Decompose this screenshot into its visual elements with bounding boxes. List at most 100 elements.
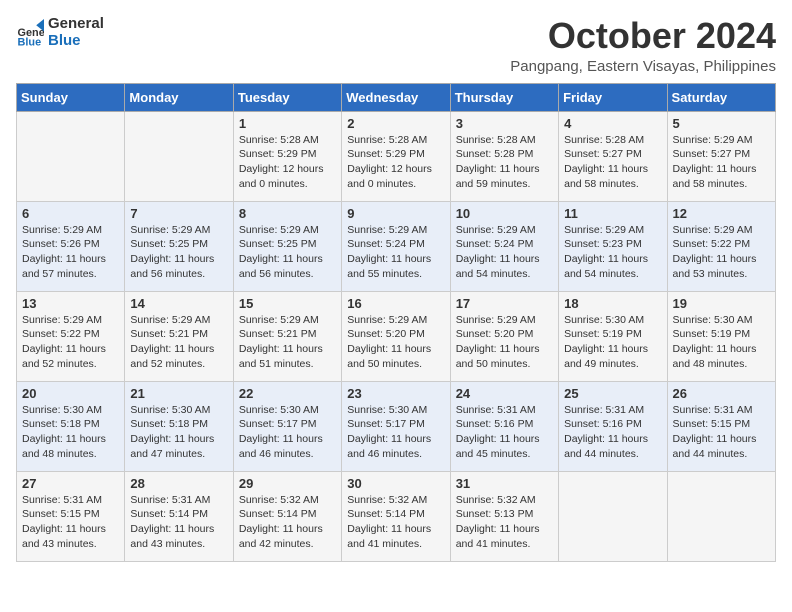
logo-line1: General [48, 16, 104, 33]
day-info: Sunrise: 5:29 AM Sunset: 5:21 PM Dayligh… [130, 313, 227, 372]
day-info: Sunrise: 5:31 AM Sunset: 5:16 PM Dayligh… [456, 403, 553, 462]
calendar-cell [17, 111, 125, 201]
weekday-header: Saturday [667, 83, 775, 111]
calendar-cell: 7 Sunrise: 5:29 AM Sunset: 5:25 PM Daylig… [125, 201, 233, 291]
weekday-header: Monday [125, 83, 233, 111]
calendar-cell: 29Sunrise: 5:32 AM Sunset: 5:14 PM Dayli… [233, 471, 341, 561]
calendar-week-row: 27Sunrise: 5:31 AM Sunset: 5:15 PM Dayli… [17, 471, 776, 561]
day-number: 24 [456, 386, 553, 401]
day-info: Sunrise: 5:32 AM Sunset: 5:14 PM Dayligh… [239, 493, 336, 552]
day-info: Sunrise: 5:29 AM Sunset: 5:22 PM Dayligh… [22, 313, 119, 372]
day-number: 26 [673, 386, 770, 401]
calendar-cell: 16Sunrise: 5:29 AM Sunset: 5:20 PM Dayli… [342, 291, 450, 381]
day-number: 20 [22, 386, 119, 401]
calendar-week-row: 6Sunrise: 5:29 AM Sunset: 5:26 PM Daylig… [17, 201, 776, 291]
svg-text:Blue: Blue [18, 36, 42, 47]
day-info: Sunrise: 5:28 AM Sunset: 5:27 PM Dayligh… [564, 133, 661, 192]
weekday-header: Wednesday [342, 83, 450, 111]
logo-line2: Blue [48, 33, 104, 50]
day-info: Sunrise: 5:30 AM Sunset: 5:17 PM Dayligh… [239, 403, 336, 462]
day-number: 25 [564, 386, 661, 401]
calendar-cell: 23 Sunrise: 5:30 AM Sunset: 5:17 PM Dayli… [342, 381, 450, 471]
day-number: 1 [239, 116, 336, 131]
calendar-cell: 17 Sunrise: 5:29 AM Sunset: 5:20 PM Dayli… [450, 291, 558, 381]
calendar-cell: 4Sunrise: 5:28 AM Sunset: 5:27 PM Daylig… [559, 111, 667, 201]
day-number: 7 [130, 206, 227, 221]
weekday-header: Tuesday [233, 83, 341, 111]
calendar-cell: 15 Sunrise: 5:29 AM Sunset: 5:21 PM Dayli… [233, 291, 341, 381]
calendar-cell [667, 471, 775, 561]
day-info: Sunrise: 5:29 AM Sunset: 5:24 PM Dayligh… [456, 223, 553, 282]
calendar-cell: 20 Sunrise: 5:30 AM Sunset: 5:18 PM Dayli… [17, 381, 125, 471]
calendar-cell: 11 Sunrise: 5:29 AM Sunset: 5:23 PM Dayli… [559, 201, 667, 291]
day-number: 23 [347, 386, 444, 401]
title-area: October 2024 Pangpang, Eastern Visayas, … [510, 16, 776, 75]
calendar-cell: 2 Sunrise: 5:28 AM Sunset: 5:29 PM Daylig… [342, 111, 450, 201]
calendar-week-row: 1 Sunrise: 5:28 AM Sunset: 5:29 PM Daylig… [17, 111, 776, 201]
day-number: 11 [564, 206, 661, 221]
day-number: 18 [564, 296, 661, 311]
day-number: 13 [22, 296, 119, 311]
day-number: 31 [456, 476, 553, 491]
header: General Blue General Blue October 2024 P… [16, 16, 776, 75]
day-number: 5 [673, 116, 770, 131]
day-number: 30 [347, 476, 444, 491]
day-info: Sunrise: 5:30 AM Sunset: 5:19 PM Dayligh… [673, 313, 770, 372]
calendar-cell: 5 Sunrise: 5:29 AM Sunset: 5:27 PM Daylig… [667, 111, 775, 201]
calendar-cell: 8 Sunrise: 5:29 AM Sunset: 5:25 PM Daylig… [233, 201, 341, 291]
day-info: Sunrise: 5:29 AM Sunset: 5:25 PM Dayligh… [130, 223, 227, 282]
calendar-cell [125, 111, 233, 201]
calendar-cell: 28Sunrise: 5:31 AM Sunset: 5:14 PM Dayli… [125, 471, 233, 561]
calendar-week-row: 20 Sunrise: 5:30 AM Sunset: 5:18 PM Dayli… [17, 381, 776, 471]
day-number: 17 [456, 296, 553, 311]
calendar-cell: 31 Sunrise: 5:32 AM Sunset: 5:13 PM Dayli… [450, 471, 558, 561]
month-title: October 2024 [510, 16, 776, 56]
day-info: Sunrise: 5:32 AM Sunset: 5:14 PM Dayligh… [347, 493, 444, 552]
calendar-cell: 3Sunrise: 5:28 AM Sunset: 5:28 PM Daylig… [450, 111, 558, 201]
calendar-cell: 12Sunrise: 5:29 AM Sunset: 5:22 PM Dayli… [667, 201, 775, 291]
day-info: Sunrise: 5:29 AM Sunset: 5:27 PM Dayligh… [673, 133, 770, 192]
day-info: Sunrise: 5:30 AM Sunset: 5:18 PM Dayligh… [22, 403, 119, 462]
day-info: Sunrise: 5:31 AM Sunset: 5:14 PM Dayligh… [130, 493, 227, 552]
day-number: 22 [239, 386, 336, 401]
day-number: 2 [347, 116, 444, 131]
calendar-cell: 10 Sunrise: 5:29 AM Sunset: 5:24 PM Dayli… [450, 201, 558, 291]
calendar-cell: 13 Sunrise: 5:29 AM Sunset: 5:22 PM Dayli… [17, 291, 125, 381]
calendar-cell: 21Sunrise: 5:30 AM Sunset: 5:18 PM Dayli… [125, 381, 233, 471]
day-info: Sunrise: 5:31 AM Sunset: 5:15 PM Dayligh… [673, 403, 770, 462]
day-info: Sunrise: 5:29 AM Sunset: 5:20 PM Dayligh… [456, 313, 553, 372]
calendar-cell: 18 Sunrise: 5:30 AM Sunset: 5:19 PM Dayli… [559, 291, 667, 381]
day-number: 21 [130, 386, 227, 401]
day-number: 19 [673, 296, 770, 311]
calendar-cell [559, 471, 667, 561]
logo-icon: General Blue [16, 19, 44, 47]
day-number: 27 [22, 476, 119, 491]
day-info: Sunrise: 5:29 AM Sunset: 5:25 PM Dayligh… [239, 223, 336, 282]
logo: General Blue General Blue [16, 16, 104, 49]
calendar-cell: 25 Sunrise: 5:31 AM Sunset: 5:16 PM Dayli… [559, 381, 667, 471]
calendar-cell: 6Sunrise: 5:29 AM Sunset: 5:26 PM Daylig… [17, 201, 125, 291]
day-number: 9 [347, 206, 444, 221]
calendar-cell: 30 Sunrise: 5:32 AM Sunset: 5:14 PM Dayli… [342, 471, 450, 561]
calendar-cell: 24 Sunrise: 5:31 AM Sunset: 5:16 PM Dayli… [450, 381, 558, 471]
calendar-cell: 14 Sunrise: 5:29 AM Sunset: 5:21 PM Dayli… [125, 291, 233, 381]
calendar-week-row: 13 Sunrise: 5:29 AM Sunset: 5:22 PM Dayli… [17, 291, 776, 381]
day-info: Sunrise: 5:31 AM Sunset: 5:16 PM Dayligh… [564, 403, 661, 462]
day-info: Sunrise: 5:29 AM Sunset: 5:21 PM Dayligh… [239, 313, 336, 372]
day-number: 14 [130, 296, 227, 311]
day-info: Sunrise: 5:29 AM Sunset: 5:23 PM Dayligh… [564, 223, 661, 282]
day-info: Sunrise: 5:32 AM Sunset: 5:13 PM Dayligh… [456, 493, 553, 552]
calendar-body: 1 Sunrise: 5:28 AM Sunset: 5:29 PM Daylig… [17, 111, 776, 561]
calendar-table: SundayMondayTuesdayWednesdayThursdayFrid… [16, 83, 776, 562]
day-info: Sunrise: 5:30 AM Sunset: 5:17 PM Dayligh… [347, 403, 444, 462]
day-number: 8 [239, 206, 336, 221]
day-info: Sunrise: 5:30 AM Sunset: 5:19 PM Dayligh… [564, 313, 661, 372]
day-number: 15 [239, 296, 336, 311]
day-number: 10 [456, 206, 553, 221]
subtitle: Pangpang, Eastern Visayas, Philippines [510, 58, 776, 75]
day-info: Sunrise: 5:28 AM Sunset: 5:29 PM Dayligh… [347, 133, 444, 192]
day-number: 16 [347, 296, 444, 311]
calendar-header: SundayMondayTuesdayWednesdayThursdayFrid… [17, 83, 776, 111]
day-info: Sunrise: 5:28 AM Sunset: 5:29 PM Dayligh… [239, 133, 336, 192]
calendar-cell: 1 Sunrise: 5:28 AM Sunset: 5:29 PM Daylig… [233, 111, 341, 201]
